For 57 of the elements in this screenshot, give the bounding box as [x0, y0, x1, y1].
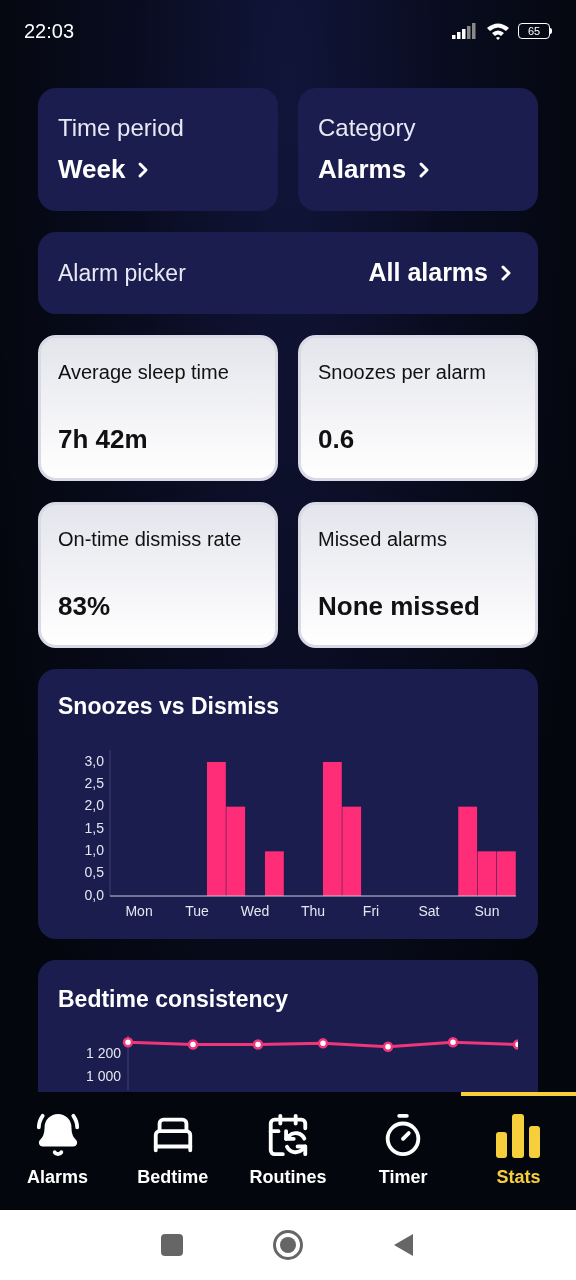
y-tick-label: 2,5	[84, 774, 104, 791]
chart-point	[447, 1036, 459, 1047]
chart-point	[187, 1038, 199, 1050]
stat-value: 7h 42m	[58, 423, 149, 456]
x-tick-label: Tue	[185, 902, 209, 918]
y-tick-label: 3,0	[84, 752, 104, 769]
bell-icon	[34, 1112, 81, 1158]
chart-point	[317, 1037, 329, 1049]
filter-label: Time period	[58, 113, 185, 143]
y-tick-label: 2,0	[84, 796, 104, 813]
x-tick-label: Fri	[362, 902, 380, 918]
chart-title: Snoozes vs Dismiss	[58, 692, 281, 721]
stat-label: Average sleep time	[58, 360, 230, 385]
stat-value: 83%	[58, 590, 112, 623]
status-time: 22:03	[24, 19, 75, 44]
picker-value: All alarms	[368, 257, 488, 289]
chart-bar	[496, 850, 516, 896]
nav-tab[interactable]: Routines	[230, 1092, 346, 1210]
x-tick-label: Thu	[300, 902, 326, 918]
filter-card[interactable]: Category Alarms	[298, 88, 538, 211]
filter-card[interactable]: Time period Week	[38, 88, 278, 211]
signal-icon	[452, 23, 478, 39]
stat-label: Missed alarms	[318, 527, 448, 552]
x-tick-label: Wed	[240, 902, 270, 918]
chart-point	[382, 1041, 394, 1052]
y-tick-label: 1 200	[85, 1044, 121, 1061]
wifi-icon	[486, 22, 510, 40]
alarm-picker[interactable]: Alarm picker All alarms	[38, 232, 538, 314]
filter-label: Category	[318, 113, 417, 143]
filter-value: Week	[58, 153, 126, 186]
stat-value: 0.6	[318, 423, 356, 456]
chart-point	[252, 1038, 264, 1050]
y-tick-label: 1,0	[84, 841, 104, 858]
stat-value: None missed	[318, 590, 481, 623]
nav-tab[interactable]: Alarms	[0, 1092, 116, 1210]
chart-point	[122, 1036, 134, 1047]
picker-label: Alarm picker	[58, 258, 186, 288]
back-icon[interactable]	[393, 1233, 415, 1257]
chart-title: Bedtime consistency	[58, 985, 290, 1014]
x-tick-label: Sat	[418, 902, 440, 918]
x-tick-label: Mon	[125, 902, 153, 918]
y-tick-label: 0,0	[84, 886, 104, 903]
y-tick-label: 1,5	[84, 819, 104, 836]
chart-bar	[264, 850, 284, 896]
bar-chart-icon	[495, 1112, 542, 1158]
y-tick-label: 1 000	[85, 1067, 121, 1084]
battery-level: 65	[527, 25, 541, 37]
stat-label: Snoozes per alarm	[318, 360, 487, 385]
filter-value: Alarms	[318, 153, 407, 186]
x-tick-label: Sun	[474, 902, 500, 918]
nav-tab[interactable]: Bedtime	[115, 1092, 231, 1210]
nav-tab[interactable]: Timer	[345, 1092, 461, 1210]
chart-point	[512, 1038, 518, 1050]
home-icon[interactable]	[273, 1230, 303, 1260]
y-tick-label: 0,5	[84, 863, 104, 880]
square-icon[interactable]	[161, 1234, 183, 1256]
stat-label: On-time dismiss rate	[58, 527, 243, 552]
